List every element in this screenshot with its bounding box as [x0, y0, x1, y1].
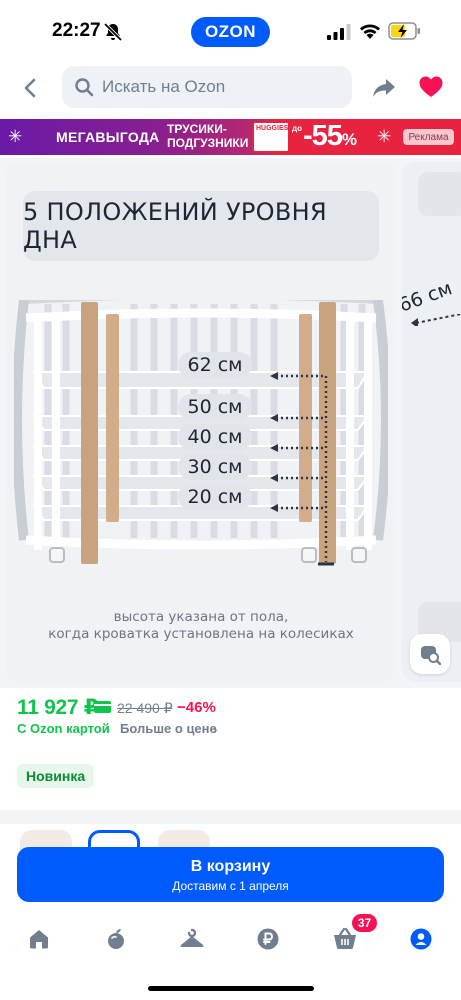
- back-arrow-icon: [24, 78, 36, 98]
- next-slide-label: 66 см: [402, 277, 456, 317]
- add-to-cart-label: В корзину: [190, 858, 271, 875]
- search-input[interactable]: [102, 77, 322, 97]
- photo-search-button[interactable]: [410, 634, 450, 674]
- promo-subtitle-line1: ТРУСИКИ-: [167, 122, 227, 136]
- price-discount: −46%: [177, 699, 216, 716]
- price-section: 11 927 ₽ 22 490 ₽ −46% С Ozon картой Бол…: [0, 688, 461, 808]
- price-old: 22 490 ₽: [117, 700, 173, 716]
- bell-off-icon: [103, 22, 123, 42]
- profile-icon: [410, 928, 432, 950]
- delivery-date: Доставим с 1 апреля: [172, 879, 289, 893]
- price-current: 11 927 ₽: [17, 696, 99, 719]
- bottom-tab-bar: 37: [0, 910, 461, 966]
- promo-title: МЕГАВЫГОДА: [56, 129, 160, 145]
- share-icon[interactable]: [370, 74, 398, 102]
- promo-subtitle: ТРУСИКИ- ПОДГУЗНИКИ: [167, 122, 248, 150]
- product-gallery[interactable]: 5 ПОЛОЖЕНИЙ УРОВНЯ ДНА 62 см 50 см 40 см…: [0, 158, 461, 688]
- back-button[interactable]: [14, 72, 46, 104]
- slide-title: 5 ПОЛОЖЕНИЙ УРОВНЯ ДНА: [23, 198, 327, 254]
- home-icon: [30, 930, 48, 949]
- ozon-status-badge: OZON: [191, 17, 270, 47]
- snowflake-icon: ✳: [377, 127, 392, 146]
- cart-icon: [334, 927, 356, 949]
- ozon-card-icon: [94, 701, 111, 713]
- height-label-20: 20 см: [178, 484, 252, 510]
- ozon-card-label: С Ozon картой: [17, 721, 110, 736]
- photo-search-icon: [421, 646, 441, 665]
- promo-discount: -55%: [303, 120, 357, 153]
- more-about-price-link[interactable]: Больше о цене: [120, 721, 217, 736]
- search-icon: [75, 78, 94, 97]
- snowflake-icon: ✳: [8, 127, 23, 146]
- catalog-icon: [180, 928, 204, 947]
- pack-brand: HUGGIES: [256, 125, 289, 132]
- search-field[interactable]: [62, 66, 352, 108]
- home-indicator: [148, 986, 314, 991]
- tab-finance[interactable]: [253, 924, 283, 954]
- battery-charging-icon: [388, 22, 420, 40]
- cart-count-badge: 37: [352, 914, 377, 932]
- tab-profile[interactable]: [406, 924, 436, 954]
- tab-home[interactable]: [24, 924, 54, 954]
- promo-discount-value: -55: [303, 120, 343, 152]
- signal-icon: [327, 24, 351, 40]
- height-label-40: 40 см: [178, 424, 252, 450]
- fresh-icon: [108, 929, 124, 949]
- status-bar: 22:27 OZON: [0, 0, 461, 58]
- gallery-slide-main[interactable]: 5 ПОЛОЖЕНИЙ УРОВНЯ ДНА 62 см 50 см 40 см…: [6, 162, 396, 682]
- promo-prefix: до: [292, 124, 302, 133]
- chevron-right-icon[interactable]: ›: [213, 722, 217, 737]
- caption-line1: высота указана от пола,: [113, 609, 289, 625]
- height-label-50: 50 см: [178, 394, 252, 420]
- add-to-cart-button[interactable]: В корзину Доставим с 1 апреля: [17, 847, 444, 902]
- new-badge: Новинка: [17, 764, 95, 788]
- tab-fresh[interactable]: [101, 924, 131, 954]
- next-slide-image: [418, 172, 461, 216]
- height-label-62: 62 см: [178, 352, 252, 378]
- promo-banner[interactable]: ✳ ✳ МЕГАВЫГОДА ТРУСИКИ- ПОДГУЗНИКИ HUGGI…: [0, 119, 461, 155]
- diaper-pack-image: HUGGIES: [252, 121, 290, 153]
- ruble-icon: [257, 928, 279, 950]
- promo-subtitle-line2: ПОДГУЗНИКИ: [167, 136, 249, 150]
- ad-label[interactable]: Реклама: [403, 129, 454, 145]
- slide-title-box: 5 ПОЛОЖЕНИЙ УРОВНЯ ДНА: [23, 191, 379, 261]
- gallery-slide-next[interactable]: 66 см: [402, 162, 461, 682]
- caption-line2: когда кроватка установлена на колесиках: [48, 626, 354, 642]
- dimension-arrow-icon: [411, 314, 461, 326]
- promo-discount-unit: %: [341, 130, 357, 149]
- slide-caption: высота указана от пола, когда кроватка у…: [6, 609, 396, 643]
- height-label-30: 30 см: [178, 454, 252, 480]
- wifi-icon: [360, 24, 380, 39]
- section-divider: [0, 810, 461, 824]
- tab-catalog[interactable]: [177, 924, 207, 954]
- search-header: [0, 58, 461, 116]
- heart-icon[interactable]: [418, 74, 444, 100]
- status-time: 22:27: [52, 20, 101, 41]
